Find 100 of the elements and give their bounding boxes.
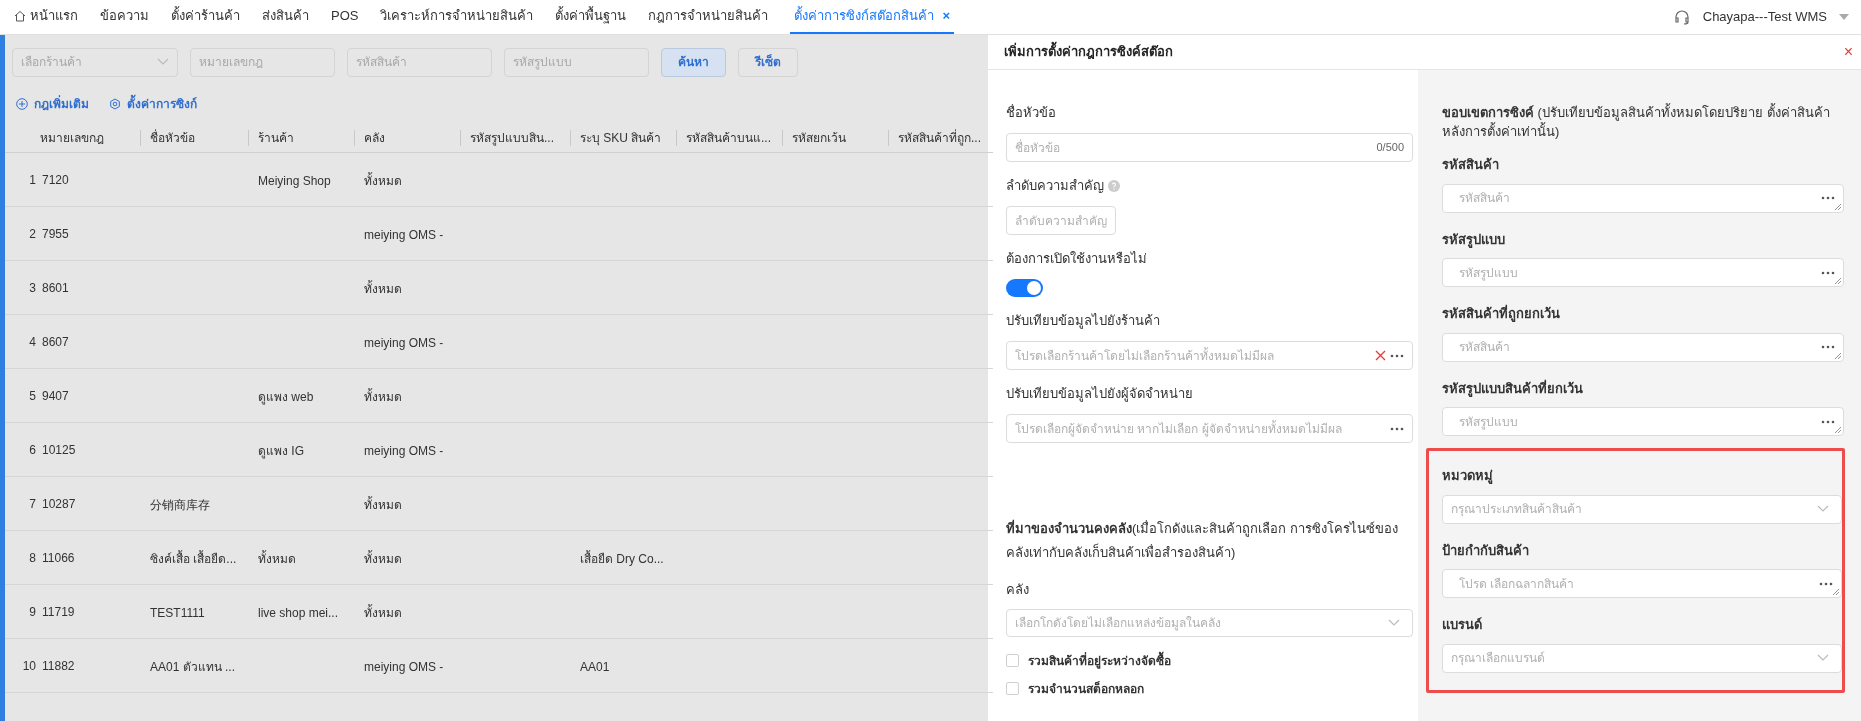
checkbox[interactable] [1006,682,1019,695]
table-cell: meiying OMS - [364,659,444,674]
field-label: ปรับเทียบข้อมูลไปยังร้านค้า [1006,312,1160,331]
chevron-down-icon [157,58,169,66]
table-cell: ทั้งหมด [364,173,402,188]
textarea-field[interactable]: รหัสรูปแบบ [1442,407,1844,436]
more-icon[interactable] [1821,345,1835,349]
field-label: แบรนด์ [1442,616,1483,634]
user-name[interactable]: Chayapa---Test WMS [1702,7,1827,27]
nav-tab[interactable]: ข้อความ [100,0,149,34]
row-index: 1 [28,171,36,189]
gear-icon [109,98,121,110]
warehouse-select[interactable]: เลือกโกดังโดยไม่เลือกแหล่งข้อมูลในคลัง [1006,608,1413,637]
more-icon[interactable] [1821,270,1835,275]
nav-tab[interactable]: ส่งสินค้า [262,0,309,34]
table-cell-text: 11719 [42,603,75,621]
field-label: คลัง [1006,581,1030,599]
more-icon[interactable] [1821,196,1835,200]
close-button[interactable]: × [1843,44,1853,60]
table-cell: meiying OMS - [364,443,444,458]
caret-icon[interactable] [1839,14,1849,20]
field-label: รหัสรูปแบบสินค้าที่ยกเว้น [1442,378,1584,398]
row-index: 10 [21,657,36,675]
field-label: ต้องการเปิดใช้งานหรือไม่ [1006,250,1147,269]
table-cell-text: 11882 [42,657,75,675]
column-header: ชื่อหัวข้อ [149,128,195,147]
column-header: รหัสรูปแบบสิน... [469,129,554,147]
toggle-switch[interactable] [1006,279,1043,297]
row-index: 5 [28,387,36,405]
table-cell-text: 7955 [42,225,69,243]
table-cell: ซิงค์เสื้อ เสื้อยืด... [150,551,237,566]
more-icon[interactable] [1821,419,1835,424]
column-header: ระบุ SKU สินค้า [579,129,662,147]
priority-input[interactable]: ลำดับความสำคัญ [1006,206,1116,235]
field-label: ลำดับความสำคัญ [1006,177,1104,196]
resize-handle-icon[interactable] [1832,588,1839,595]
clear-icon[interactable] [1375,350,1386,361]
select-field[interactable]: กรุณาประเภทสินค้าสินค้า [1442,494,1842,524]
nav-tab[interactable]: วิเคราะห์การจำหน่ายสินค้า [380,0,534,34]
table-cell: AA01 [580,659,610,674]
drawer-title: เพิ่มการตั้งค่ากฎการซิงค์สต๊อก [1004,42,1173,62]
textarea-field[interactable]: รหัสสินค้า [1442,183,1844,213]
nav-tab[interactable]: หน้าแรก [14,0,78,34]
textarea-field[interactable]: รหัสรูปแบบ [1442,258,1844,287]
row-index: 4 [28,333,36,351]
nav-tab[interactable]: กฎการจำหน่ายสินค้า [648,0,769,34]
search-button[interactable]: ค้นหา [661,47,726,77]
row-index: 8 [28,549,36,567]
chevron-down-icon [1388,618,1400,627]
resize-handle-icon[interactable] [1834,426,1841,433]
field-label: ป้ายกำกับสินค้า [1442,541,1530,560]
table-cell-text: 8601 [42,279,69,297]
column-header: รหัสสินค้าบนแ... [685,129,771,147]
checkbox-option[interactable]: รวมสินค้าที่อยู่ระหว่างจัดซื้อ [1006,646,1413,675]
table-cell: ทั้งหมด [364,497,402,512]
add-rule-link[interactable]: กฎเพิ่มเติม [16,95,89,113]
column-header: หมายเลขกฎ [39,129,104,147]
field-label: รหัสสินค้าที่ถูกยกเว้น [1442,304,1561,324]
column-header: ร้านค้า [257,129,294,147]
picker-field[interactable]: โปรดเลือกผู้จัดจำหน่าย หากไม่เลือก ผู้จัดจำหน่ายทั้งหมดไม่มีผล [1006,414,1413,443]
table-cell-text: 7120 [42,171,69,189]
plus-circle-icon [16,98,28,110]
table-cell: ทั้งหมด [364,551,402,566]
table-cell: AA01 ตัวแทน ... [150,659,236,674]
column-header: รหัสสินค้าที่ถูก... [897,128,981,147]
sync-settings-link[interactable]: ตั้งค่าการซิงก์ [109,95,197,113]
table-cell: live shop mei... [258,605,339,620]
more-icon[interactable] [1390,426,1404,431]
table-cell: ทั้งหมด [364,281,402,296]
title-input[interactable]: ชื่อหัวข้อ 0/500 [1006,133,1413,162]
checkbox-option[interactable]: รวมจำนวนสต็อกหลอก [1006,674,1413,703]
column-header: คลัง [363,129,385,147]
nav-tab[interactable]: ตั้งค่าร้านค้า [171,0,240,34]
resize-handle-icon[interactable] [1834,351,1841,359]
table-cell-text: 11066 [42,549,75,567]
resize-handle-icon[interactable] [1834,277,1841,284]
table-cell: ทั้งหมด [364,389,402,404]
textarea-field[interactable]: โปรด เลือกฉลากสินค้า [1442,569,1842,598]
chevron-down-icon [1817,654,1829,662]
section-heading: ขอบเขตการซิงค์ (ปรับเทียบข้อมูลสินค้าทั้งหมดโดยปริยาย ตั้งค่าสินค้าหลังการตั้งค่าเท่านั้น) [1442,103,1831,141]
table-cell: 分销商库存 [150,497,210,512]
nav-tab[interactable]: ตั้งค่าพื้นฐาน [555,0,627,34]
table-cell: meiying OMS - [364,227,444,242]
field-label: ปรับเทียบข้อมูลไปยังผู้จัดจำหน่าย [1006,385,1193,404]
row-index: 3 [28,279,36,297]
picker-field[interactable]: โปรดเลือกร้านค้าโดยไม่เลือกร้านค้าทั้งหมดไม่มีผล [1006,341,1413,370]
nav-tab[interactable]: POS [331,0,359,34]
headset-icon[interactable] [1672,8,1691,26]
resize-handle-icon[interactable] [1834,202,1841,210]
table-cell-text: 10287 [42,495,76,513]
checkbox[interactable] [1006,654,1019,667]
field-label: หมวดหมู่ [1442,467,1494,486]
close-tab-icon[interactable]: × [942,6,951,26]
more-icon[interactable] [1819,581,1833,586]
more-icon[interactable] [1390,353,1404,358]
table-cell: TEST1111 [150,605,205,620]
select-field[interactable]: กรุณาเลือกแบรนด์ [1442,643,1842,673]
reset-button[interactable]: รีเซ็ต [738,47,798,77]
row-index: 7 [28,495,36,513]
textarea-field[interactable]: รหัสสินค้า [1442,332,1844,362]
